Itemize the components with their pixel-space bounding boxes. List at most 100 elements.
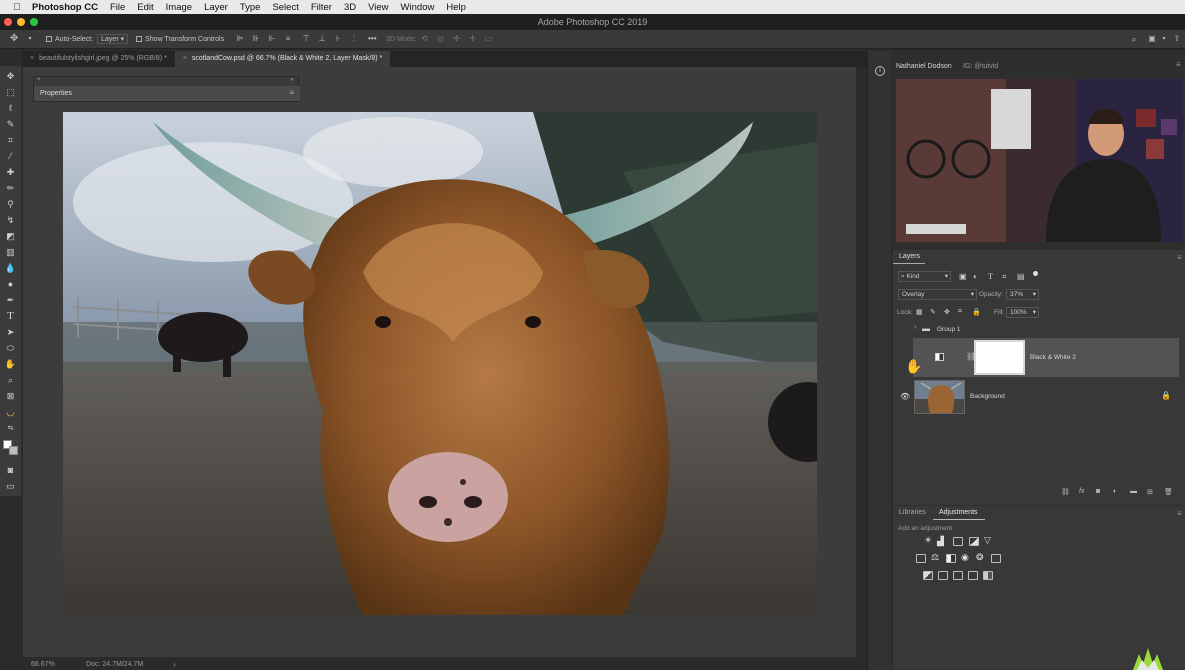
close-panel-icon[interactable]: × — [37, 77, 41, 83]
zoom-window-button[interactable] — [30, 18, 38, 26]
3d-scale-icon[interactable]: ▭ — [484, 35, 493, 43]
menu-filter[interactable]: Filter — [311, 2, 332, 13]
type-tool-icon[interactable]: T — [4, 310, 17, 323]
tab-adjustments[interactable]: Adjustments — [939, 509, 978, 516]
app-menu[interactable]: Photoshop CC — [32, 2, 98, 13]
menu-file[interactable]: File — [110, 2, 125, 13]
info-icon[interactable]: i — [875, 66, 885, 76]
add-mask-icon[interactable]: ◙ — [1096, 488, 1100, 495]
move-tool-icon[interactable]: ✥ — [4, 70, 17, 83]
brush-tool-icon[interactable]: ✏ — [4, 182, 17, 195]
menu-3d[interactable]: 3D — [344, 2, 356, 13]
auto-select-dropdown[interactable]: Layer ▾ — [97, 34, 129, 44]
marquee-tool-icon[interactable]: ⬚ — [4, 86, 17, 99]
stamp-tool-icon[interactable]: ⚲ — [4, 198, 17, 211]
adjustment-filter-icon[interactable]: ◐ — [973, 272, 978, 281]
move-tool-icon[interactable]: ✥ — [10, 34, 18, 44]
show-transform-checkbox[interactable] — [136, 35, 145, 43]
shape-tool-icon[interactable]: ⬭ — [4, 342, 17, 355]
zoom-tool-icon[interactable]: ⌕ — [4, 374, 17, 387]
menu-layer[interactable]: Layer — [204, 2, 228, 13]
new-adjustment-icon[interactable]: ◐ — [1113, 488, 1117, 495]
invert-icon[interactable] — [923, 571, 933, 580]
chevron-right-icon[interactable]: › — [914, 324, 916, 331]
3d-roll-icon[interactable]: ◎ — [436, 35, 444, 43]
photo-filter-icon[interactable]: ◉ — [961, 552, 969, 563]
search-icon[interactable]: ⌕ — [1130, 35, 1138, 44]
curves-icon[interactable] — [953, 537, 963, 546]
align-top-icon[interactable]: ⊤ — [302, 35, 310, 43]
3d-drag-icon[interactable]: ✣ — [452, 35, 460, 43]
filter-toggle-icon[interactable] — [1033, 271, 1038, 276]
align-bottom-icon[interactable]: ⊦ — [334, 35, 342, 43]
blend-mode-dropdown[interactable]: Overlay ▾ — [898, 289, 977, 300]
eraser-tool-icon[interactable]: ◩ — [4, 230, 17, 243]
screen-mode-icon[interactable]: ▭ — [4, 480, 17, 493]
eyedropper-tool-icon[interactable]: ⁄ — [4, 150, 17, 163]
quick-select-tool-icon[interactable]: ✎ — [4, 118, 17, 131]
fx-icon[interactable]: fx — [1079, 488, 1084, 495]
zoom-level[interactable]: 66.67% — [31, 659, 55, 670]
black-white-icon[interactable] — [946, 554, 956, 563]
properties-title[interactable]: Properties — [34, 86, 300, 101]
opacity-input[interactable]: 37% ▾ — [1006, 289, 1039, 300]
close-window-button[interactable] — [4, 18, 12, 26]
posterize-icon[interactable] — [938, 571, 948, 580]
auto-select-checkbox[interactable] — [46, 35, 55, 43]
more-options-icon[interactable]: ••• — [368, 35, 376, 43]
link-layers-icon[interactable]: ⛓ — [1061, 488, 1070, 496]
layer-row-background[interactable]: 👁 Background 🔒 — [893, 379, 1185, 416]
minimize-window-button[interactable] — [17, 18, 25, 26]
layer-row-group[interactable]: › ▬ Group 1 — [893, 322, 1185, 337]
align-middle-icon[interactable]: ⊥ — [318, 35, 326, 43]
dodge-tool-icon[interactable]: ● — [4, 278, 17, 291]
close-tab-icon[interactable]: × — [30, 55, 34, 62]
lock-artboard-icon[interactable]: ⌗ — [958, 308, 962, 316]
levels-icon[interactable]: ▟ — [937, 536, 944, 547]
doc-tab-scotlandcow[interactable]: × scotlandCow.psd @ 66.7% (Black & White … — [174, 51, 391, 67]
document-canvas-image[interactable] — [63, 112, 817, 615]
hand-tool-icon[interactable]: ✋ — [4, 358, 17, 371]
panel-menu-icon[interactable]: ≡ — [1176, 60, 1181, 69]
color-balance-icon[interactable]: ⚖ — [931, 552, 939, 563]
frame-tool-icon[interactable]: ⊠ — [4, 390, 17, 403]
align-left-icon[interactable]: ⊫ — [236, 35, 244, 43]
tab-libraries[interactable]: Libraries — [899, 509, 926, 516]
path-select-tool-icon[interactable]: ➤ — [4, 326, 17, 339]
quick-mask-icon[interactable]: ◙ — [4, 464, 17, 477]
lock-image-icon[interactable]: ✎ — [930, 308, 936, 316]
lock-position-icon[interactable]: ✥ — [944, 308, 950, 316]
layers-tab[interactable]: Layers — [899, 253, 920, 260]
layer-row-adjustment[interactable]: ⛓ Black & White 2 — [913, 338, 1179, 377]
new-layer-icon[interactable]: ⊞ — [1147, 488, 1153, 496]
blur-tool-icon[interactable]: 💧 — [4, 262, 17, 275]
channel-mixer-icon[interactable]: ❂ — [976, 552, 984, 563]
menu-window[interactable]: Window — [401, 2, 435, 13]
background-color-swatch[interactable] — [9, 446, 18, 455]
lasso-tool-icon[interactable]: ℓ — [4, 102, 17, 115]
pen-tool-icon[interactable]: ✒ — [4, 294, 17, 307]
doc-tab-beautifulstylishgirl[interactable]: × beautifulstylishgirl.jpeg @ 25% (RGB/8)… — [22, 51, 175, 67]
type-filter-icon[interactable]: T — [988, 272, 993, 281]
panel-menu-icon[interactable]: ≡ — [1177, 509, 1182, 518]
panel-menu-icon[interactable]: ≡ — [1177, 253, 1182, 262]
collapse-panel-icon[interactable]: « — [291, 77, 294, 83]
fill-input[interactable]: 100% ▾ — [1006, 307, 1039, 318]
hue-saturation-icon[interactable] — [916, 554, 926, 563]
healing-tool-icon[interactable]: ✚ — [4, 166, 17, 179]
menu-view[interactable]: View — [368, 2, 388, 13]
3d-slide-icon[interactable]: ✛ — [468, 35, 476, 43]
visibility-toggle[interactable] — [900, 325, 907, 332]
color-lookup-icon[interactable] — [991, 554, 1001, 563]
smart-object-filter-icon[interactable]: ▤ — [1017, 272, 1025, 281]
menu-help[interactable]: Help — [446, 2, 466, 13]
align-center-icon[interactable]: ⊪ — [252, 35, 260, 43]
crop-tool-icon[interactable]: ⌗ — [4, 134, 17, 147]
new-group-icon[interactable]: ▬ — [1130, 488, 1137, 495]
close-tab-icon[interactable]: × — [183, 55, 187, 62]
pixel-filter-icon[interactable]: ▣ — [959, 272, 967, 281]
delete-layer-icon[interactable]: 🗑 — [1164, 488, 1173, 496]
apple-icon[interactable]:  — [10, 2, 24, 13]
workspace-icon[interactable]: ▣ — [1148, 35, 1156, 43]
exposure-icon[interactable] — [969, 537, 979, 546]
